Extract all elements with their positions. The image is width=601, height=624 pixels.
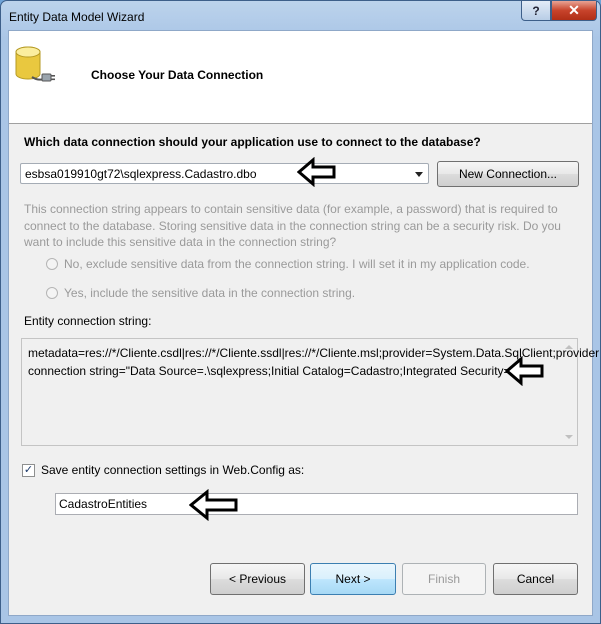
close-button[interactable]: ✕ <box>551 1 597 21</box>
save-settings-checkbox[interactable]: ✓ <box>22 463 35 477</box>
window-title: Entity Data Model Wizard <box>9 10 145 24</box>
chevron-down-icon[interactable] <box>415 172 423 177</box>
scroll-up-icon[interactable] <box>565 345 573 349</box>
title-bar: Entity Data Model Wizard ? ✕ <box>1 1 601 31</box>
exclude-sensitive-option[interactable]: No, exclude sensitive data from the conn… <box>46 257 530 271</box>
entity-connection-string[interactable]: metadata=res://*/Cliente.csdl|res://*/Cl… <box>21 338 600 446</box>
selected-connection: esbsa019910gt72\sqlexpress.Cadastro.dbo <box>25 167 257 181</box>
connection-question: Which data connection should your applic… <box>24 135 481 149</box>
wizard-client-area: Choose Your Data Connection Which data c… <box>8 30 600 616</box>
save-settings-option[interactable]: ✓ Save entity connection settings in Web… <box>22 463 304 477</box>
entity-name-input[interactable] <box>59 497 459 511</box>
radio-include[interactable] <box>46 287 58 299</box>
exclude-sensitive-label: No, exclude sensitive data from the conn… <box>64 257 530 271</box>
include-sensitive-option[interactable]: Yes, include the sensitive data in the c… <box>46 286 355 300</box>
page-title: Choose Your Data Connection <box>91 68 264 82</box>
caption-buttons: ? ✕ <box>521 1 597 21</box>
vertical-scrollbar[interactable] <box>561 339 577 445</box>
new-connection-button[interactable]: New Connection... <box>437 161 579 187</box>
help-button[interactable]: ? <box>521 1 551 21</box>
left-arrow-icon <box>505 356 544 386</box>
previous-button[interactable]: < Previous <box>210 563 305 595</box>
entity-connection-label: Entity connection string: <box>24 314 152 328</box>
database-connection-icon <box>15 46 55 82</box>
left-arrow-icon <box>297 157 336 187</box>
save-settings-label: Save entity connection settings in Web.C… <box>41 463 305 477</box>
entity-connection-value: metadata=res://*/Cliente.csdl|res://*/Cl… <box>28 346 600 378</box>
next-button[interactable]: Next > <box>310 563 396 595</box>
entity-name-field[interactable] <box>55 493 578 515</box>
wizard-header: Choose Your Data Connection <box>9 31 592 124</box>
left-arrow-icon <box>189 489 238 521</box>
cancel-button[interactable]: Cancel <box>493 563 578 595</box>
radio-exclude[interactable] <box>46 258 58 270</box>
include-sensitive-label: Yes, include the sensitive data in the c… <box>64 286 356 300</box>
data-connection-dropdown[interactable]: esbsa019910gt72\sqlexpress.Cadastro.dbo <box>20 163 429 184</box>
sensitive-data-description: This connection string appears to contai… <box>24 202 561 249</box>
scroll-down-icon[interactable] <box>565 435 573 439</box>
finish-button[interactable]: Finish <box>402 563 486 595</box>
